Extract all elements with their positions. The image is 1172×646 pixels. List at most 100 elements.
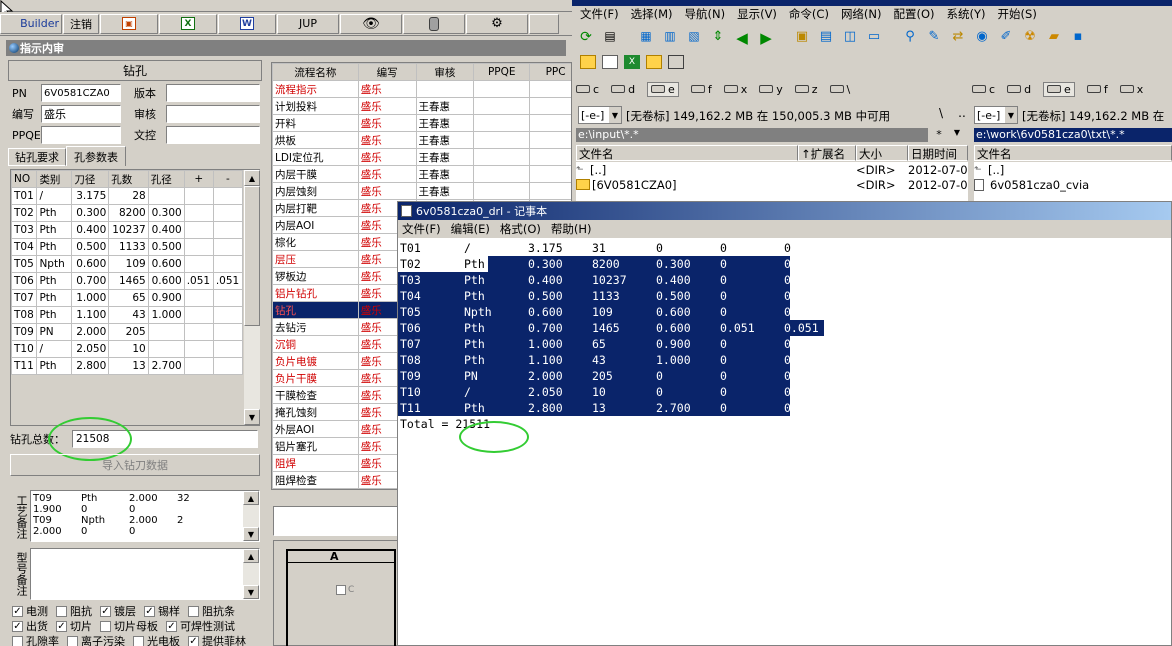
flow-author-cell[interactable]: 盛乐 <box>357 182 417 200</box>
powerpoint-button[interactable]: ▣ <box>100 13 158 34</box>
notepad-menu-item[interactable]: 编辑(E) <box>451 221 490 237</box>
notepad-text-area[interactable]: T01 / 3.175 31 0 0 0 T02 Pth 0.300 8200 0.300 0 0 T03 P… <box>398 238 1171 432</box>
hole-table-cell[interactable] <box>212 255 244 273</box>
hole-table-cell[interactable] <box>212 289 244 307</box>
checkbox-box[interactable] <box>56 605 67 617</box>
flow-name-cell[interactable]: LDI定位孔 <box>272 148 359 166</box>
hole-table-cell[interactable]: T07 <box>10 289 38 307</box>
database-button[interactable] <box>403 13 465 34</box>
flow-name-cell[interactable]: 掩孔蚀刻 <box>272 403 359 421</box>
hole-table-cell[interactable]: 10 <box>108 340 149 358</box>
hole-table-cell[interactable] <box>147 323 185 341</box>
flow-reviewer-cell[interactable]: 王春惠 <box>415 182 475 200</box>
checkbox-checkboxes_row3-0[interactable]: 孔隙率 <box>12 633 59 646</box>
hole-table-row[interactable]: T05 Npth 0.600 109 0.600 <box>10 255 244 273</box>
flow-reviewer-cell[interactable]: 王春惠 <box>415 165 475 183</box>
flow-name-cell[interactable]: 棕化 <box>272 233 359 251</box>
flow-author-cell[interactable]: 盛乐 <box>357 131 417 149</box>
col-left-size[interactable]: 大小 <box>856 145 908 161</box>
blank-doc-icon[interactable] <box>602 55 618 69</box>
model-note-box[interactable]: ▲ ▼ <box>30 548 260 600</box>
hole-table-cell[interactable] <box>212 340 244 358</box>
model-scroll-up-icon[interactable]: ▲ <box>243 549 259 563</box>
drawing-checkbox[interactable]: C <box>336 585 354 595</box>
drive-button[interactable]: c <box>576 83 599 96</box>
hole-table-cell[interactable]: 1.100 <box>71 306 110 324</box>
checkbox-checkboxes_row3-3[interactable]: ✓ 提供菲林 <box>188 633 246 646</box>
checkbox-checkboxes_row1-3[interactable]: ✓ 锡样 <box>144 603 180 619</box>
left-filter-star[interactable]: * <box>932 128 946 142</box>
fm-menu-item[interactable]: 系统(Y) <box>947 6 986 22</box>
flow-name-cell[interactable]: 内层蚀刻 <box>272 182 359 200</box>
proof-field[interactable] <box>166 126 260 144</box>
flow-name-cell[interactable]: 负片电镀 <box>272 352 359 370</box>
detail-view-icon[interactable]: ▥ <box>660 29 680 47</box>
notepad-text-line[interactable]: T02 Pth 0.300 8200 0.300 0 0 <box>398 256 1171 272</box>
settings-icon[interactable]: ☢ <box>1020 29 1040 47</box>
hole-table-cell[interactable]: 0.400 <box>71 221 110 239</box>
flow-table-row[interactable]: 流程指示 盛乐 <box>272 80 571 98</box>
folder-icon[interactable]: ▰ <box>1044 29 1064 47</box>
flow-name-cell[interactable]: 内层打靶 <box>272 199 359 217</box>
hole-table-row[interactable]: T07 Pth 1.000 65 0.900 <box>10 289 244 307</box>
hole-table-cell[interactable]: 2.700 <box>147 357 185 375</box>
hole-table-cell[interactable]: T03 <box>10 221 38 239</box>
hole-table-cell[interactable]: T10 <box>10 340 38 358</box>
flow-name-cell[interactable]: 阻焊 <box>272 454 359 472</box>
notepad-menu-item[interactable]: 帮助(H) <box>551 221 592 237</box>
hole-table-cell[interactable] <box>183 357 214 375</box>
flow-name-cell[interactable]: 铝片塞孔 <box>272 437 359 455</box>
hole-table-cell[interactable]: 0.600 <box>71 255 110 273</box>
flow-table-row[interactable]: 内层干膜 盛乐 王春惠 <box>272 165 571 183</box>
drawing-checkbox-box[interactable] <box>336 585 346 595</box>
hole-table-cell[interactable]: T04 <box>10 238 38 256</box>
flow-ppc-cell[interactable] <box>529 148 571 166</box>
drive-button[interactable]: d <box>611 83 635 96</box>
hole-table-cell[interactable]: 3.175 <box>71 187 110 205</box>
hole-table-cell[interactable]: T05 <box>10 255 38 273</box>
excel-button[interactable]: X <box>159 13 217 34</box>
tools-button[interactable]: ⚙ <box>466 13 528 34</box>
builder-button[interactable]: Builder <box>0 13 62 34</box>
hole-table-cell[interactable]: 0.900 <box>147 289 185 307</box>
scroll-thumb[interactable] <box>244 186 260 326</box>
scroll-down-arrow-icon[interactable]: ▼ <box>244 409 260 425</box>
hole-table-cell[interactable]: 205 <box>108 323 149 341</box>
ftp-icon[interactable]: ⇄ <box>948 29 968 47</box>
drive-button[interactable]: f <box>690 83 712 96</box>
ppqe-field[interactable] <box>41 126 121 144</box>
hole-table-cell[interactable]: 1465 <box>108 272 149 290</box>
sync-icon[interactable]: ▭ <box>864 29 884 47</box>
right-path-bar[interactable]: e:\work\6v0581cza0\txt\*.* <box>974 128 1172 142</box>
right-drive-select[interactable]: [-e-] ▼ <box>974 106 1018 124</box>
flow-ppqe-cell[interactable] <box>473 114 531 132</box>
hole-table-row[interactable]: T06 Pth 0.700 1465 0.600.051.051 <box>10 272 244 290</box>
left-root-button[interactable]: \ <box>934 106 948 124</box>
excel-doc-icon[interactable]: X <box>624 55 640 69</box>
notepad-text-line[interactable]: T01 / 3.175 31 0 0 0 <box>398 240 1171 256</box>
flow-name-cell[interactable]: 层压 <box>272 250 359 268</box>
hole-table-row[interactable]: T11 Pth 2.800 13 2.700 <box>10 357 244 375</box>
hole-table-cell[interactable] <box>212 221 244 239</box>
hole-table-cell[interactable]: 0.600 <box>147 255 185 273</box>
hole-table-cell[interactable] <box>183 289 214 307</box>
version-field[interactable] <box>166 84 260 102</box>
hole-table-cell[interactable]: PN <box>36 323 73 341</box>
hole-table-cell[interactable]: Pth <box>36 238 73 256</box>
terminal-icon[interactable]: ▪ <box>1068 29 1088 47</box>
flow-author-cell[interactable]: 盛乐 <box>357 165 417 183</box>
forward-icon[interactable]: ▶ <box>756 29 776 47</box>
compare-icon[interactable]: ◫ <box>840 29 860 47</box>
hole-table-cell[interactable]: Pth <box>36 289 73 307</box>
col-left-date[interactable]: 日期时间 <box>908 145 968 161</box>
hole-table-cell[interactable] <box>147 340 185 358</box>
drive-button[interactable]: f <box>1086 83 1108 96</box>
drive-button[interactable]: c <box>972 83 995 96</box>
logout-button[interactable]: 注销 <box>63 13 99 34</box>
checkbox-box[interactable] <box>133 635 144 646</box>
flow-ppqe-cell[interactable] <box>473 148 531 166</box>
back-icon[interactable]: ◀ <box>732 29 752 47</box>
author-field[interactable]: 盛乐 <box>41 105 121 123</box>
right-drive-dropdown-icon[interactable]: ▼ <box>1005 107 1017 123</box>
checkbox-checkboxes_row2-2[interactable]: 切片母板 <box>100 618 158 634</box>
